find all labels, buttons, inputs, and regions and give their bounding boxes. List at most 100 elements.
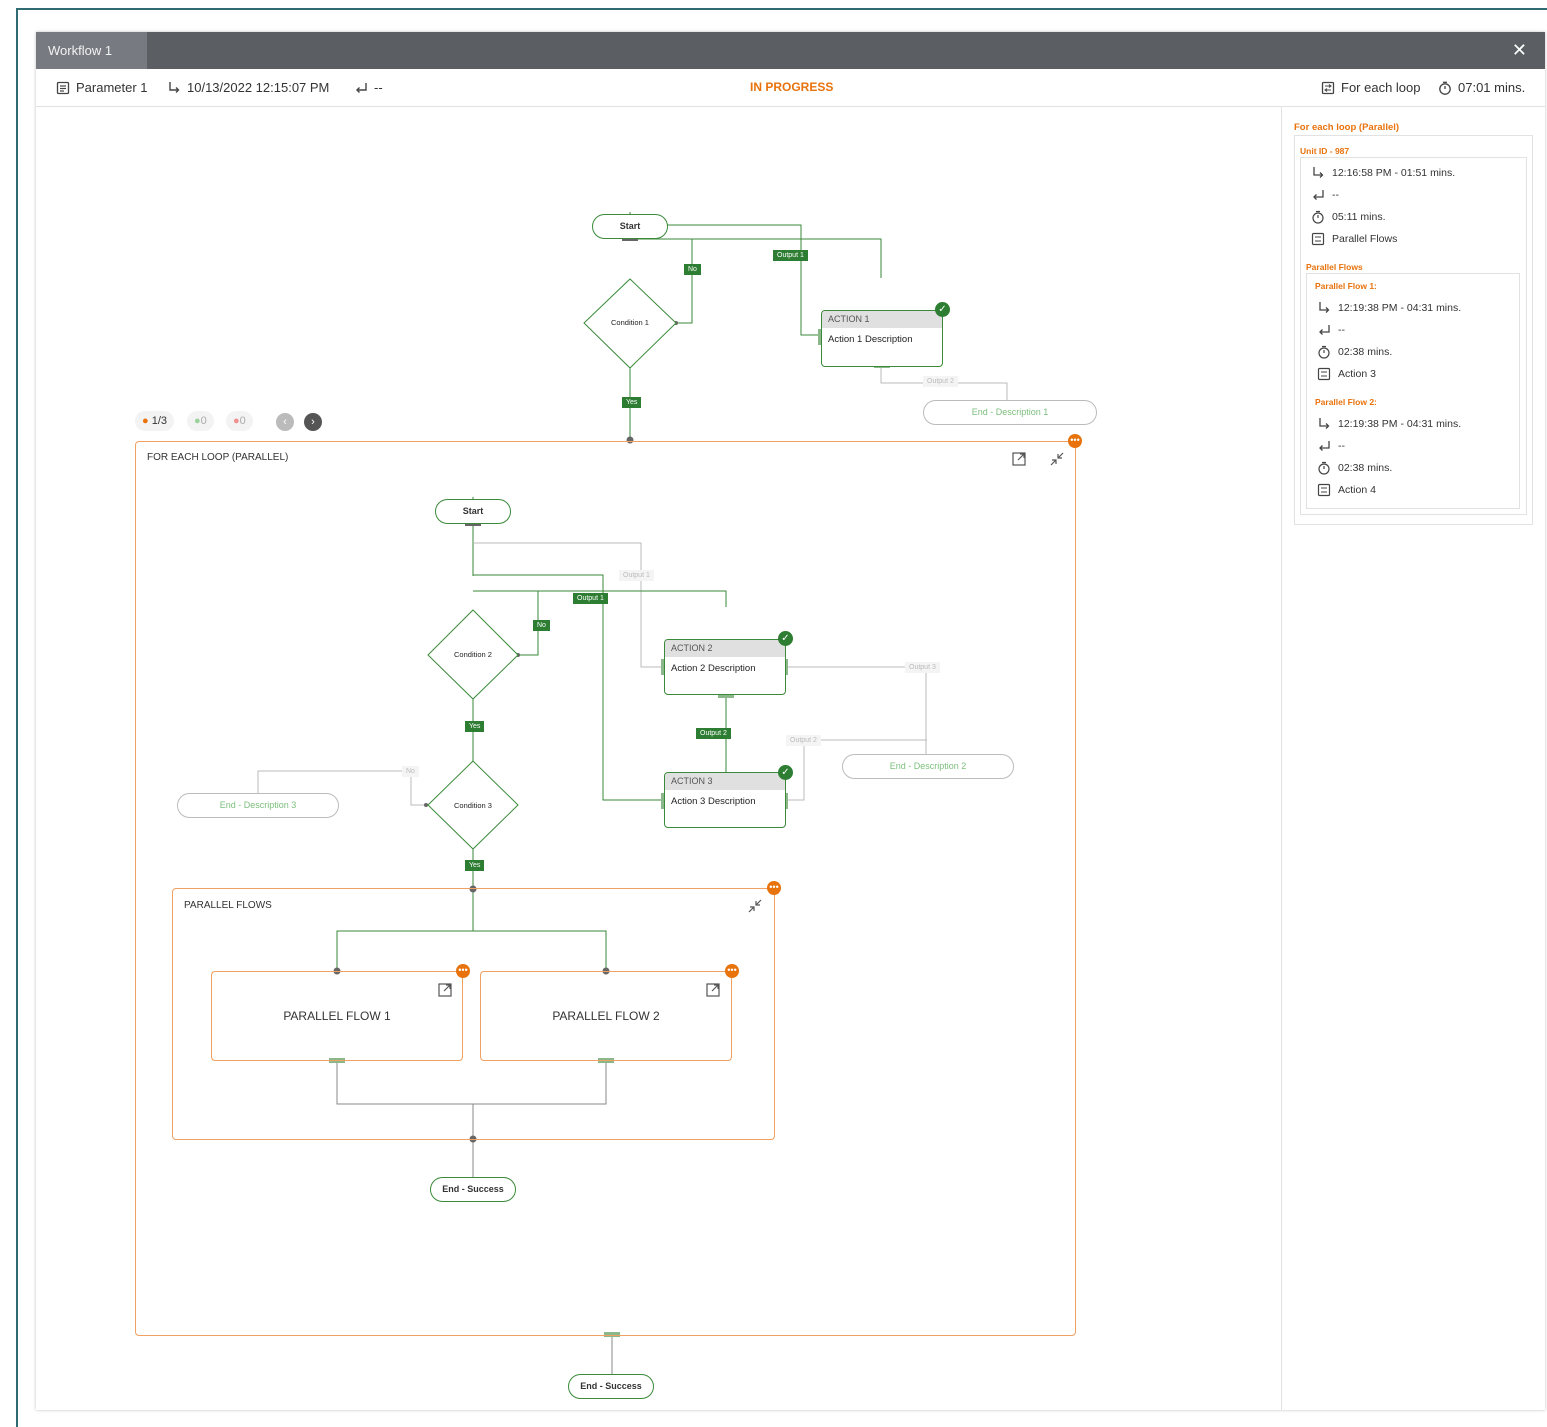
parallel-flows-heading: Parallel Flows <box>1306 262 1363 272</box>
pf1-duration: 02:38 mins. <box>1338 346 1393 358</box>
end-description-3-node[interactable]: End - Description 3 <box>177 793 339 818</box>
pager-grey-value: 0 <box>200 415 207 427</box>
condition-1-label[interactable]: Condition 1 <box>594 318 666 327</box>
action-2-node[interactable]: ACTION 2 Action 2 Description <box>664 639 786 695</box>
output2-faded-label: Output 2 <box>786 735 821 746</box>
tab-workflow[interactable]: Workflow 1 <box>36 32 147 69</box>
end-time: -- <box>374 80 383 95</box>
unit-end: -- <box>1332 189 1339 201</box>
title-bar: Workflow 1 ✕ <box>36 32 1545 69</box>
pf2-duration: 02:38 mins. <box>1338 462 1393 474</box>
details-panel: For each loop (Parallel) Unit ID - 987 1… <box>1281 107 1546 1410</box>
open-external-icon[interactable] <box>705 982 721 998</box>
start-arrow-icon <box>169 81 180 93</box>
parallel-flow-1-label: PARALLEL FLOW 1 <box>283 1009 391 1023</box>
end-success-outer-node[interactable]: End - Success <box>568 1374 654 1399</box>
timer-icon <box>1318 345 1330 359</box>
action-1-node[interactable]: ACTION 1 Action 1 Description <box>821 310 943 367</box>
end-description-1-node[interactable]: End - Description 1 <box>923 400 1097 425</box>
return-arrow-icon <box>1319 325 1330 335</box>
parameter-label: Parameter 1 <box>76 80 148 95</box>
action-3-title: ACTION 3 <box>665 773 785 790</box>
parallel-flow-2[interactable]: PARALLEL FLOW 2 <box>480 971 732 1061</box>
parallel-flow-1[interactable]: PARALLEL FLOW 1 <box>211 971 463 1061</box>
action-2-description: Action 2 Description <box>671 663 756 674</box>
output2-label-2: Output 2 <box>696 728 731 739</box>
pf1-end: -- <box>1338 324 1345 336</box>
duration: 07:01 mins. <box>1458 80 1526 95</box>
prev-icon[interactable]: ‹ <box>276 413 294 431</box>
details-title: For each loop (Parallel) <box>1294 122 1400 133</box>
pager-active[interactable]: ● 1/3 <box>135 411 175 431</box>
start-node-1[interactable]: Start <box>592 214 668 239</box>
pf2-step: Action 4 <box>1338 484 1376 496</box>
action-2-title: ACTION 2 <box>665 640 785 657</box>
end-description-2-node[interactable]: End - Description 2 <box>842 754 1014 779</box>
no-label-2: No <box>533 620 550 631</box>
pf2-title: Parallel Flow 2: <box>1315 397 1377 407</box>
start-time: 10/13/2022 12:15:07 PM <box>187 80 330 95</box>
more-options-icon[interactable]: ••• <box>725 964 739 978</box>
step-icon <box>1317 367 1331 381</box>
pager-red-value: 0 <box>239 415 246 427</box>
current-step: For each loop <box>1341 80 1421 95</box>
open-external-icon[interactable] <box>437 982 453 998</box>
pager-red[interactable]: ●0 <box>226 411 253 431</box>
pf1-start: 12:19:38 PM - 04:31 mins. <box>1338 302 1462 314</box>
end-success-inner-node[interactable]: End - Success <box>430 1177 516 1202</box>
pf2-end: -- <box>1338 440 1345 452</box>
no-label-3: No <box>402 766 419 777</box>
return-arrow-icon <box>356 82 367 93</box>
workflow-canvas[interactable]: Start Condition 1 Output 1 No Yes ACTION… <box>36 107 1281 1410</box>
output2-label: Output 2 <box>923 376 958 387</box>
pf1-step: Action 3 <box>1338 368 1376 380</box>
more-options-icon[interactable]: ••• <box>456 964 470 978</box>
condition-2-label[interactable]: Condition 2 <box>438 650 508 659</box>
start-arrow-icon <box>1319 302 1330 313</box>
pf2-duration-row: 02:38 mins. <box>1317 461 1392 475</box>
close-icon[interactable]: ✕ <box>1512 40 1527 60</box>
unit-id: Unit ID - 987 <box>1300 146 1350 156</box>
unit-end-row: -- <box>1311 188 1339 202</box>
unit-duration-row: 05:11 mins. <box>1311 210 1386 224</box>
dot-icon: ● <box>142 415 149 427</box>
pf1-step-row: Action 3 <box>1317 367 1376 381</box>
dot-icon: ● <box>194 415 201 427</box>
return-arrow-icon <box>1319 441 1330 451</box>
open-external-icon[interactable] <box>1011 451 1027 467</box>
timer-icon <box>1318 461 1330 475</box>
pf2-end-row: -- <box>1317 439 1345 453</box>
condition-3-label[interactable]: Condition 3 <box>438 801 508 810</box>
pf2-start: 12:19:38 PM - 04:31 mins. <box>1338 418 1462 430</box>
action-1-title: ACTION 1 <box>822 311 942 328</box>
pf1-duration-row: 02:38 mins. <box>1317 345 1392 359</box>
unit-start-row: 12:16:58 PM - 01:51 mins. <box>1311 166 1455 180</box>
status-badge: IN PROGRESS <box>750 80 834 94</box>
yes-label-1: Yes <box>622 397 642 408</box>
action-3-node[interactable]: ACTION 3 Action 3 Description <box>664 772 786 828</box>
duration-item: 07:01 mins. <box>1438 69 1525 106</box>
collapse-icon[interactable] <box>1049 451 1065 467</box>
unit-step-row: Parallel Flows <box>1311 232 1397 246</box>
action-1-description: Action 1 Description <box>828 334 913 345</box>
step-icon <box>1311 232 1325 246</box>
start-time-item: 10/13/2022 12:15:07 PM <box>167 69 329 106</box>
pf1-start-row: 12:19:38 PM - 04:31 mins. <box>1317 301 1461 315</box>
parallel-flow-2-label: PARALLEL FLOW 2 <box>552 1009 660 1023</box>
next-icon[interactable]: › <box>304 413 322 431</box>
start-node-2[interactable]: Start <box>435 499 511 524</box>
pager-grey[interactable]: ●0 <box>187 411 214 431</box>
yes-label-2: Yes <box>465 721 485 732</box>
collapse-icon[interactable] <box>747 898 763 914</box>
timer-icon <box>1439 81 1451 95</box>
no-label-1: No <box>684 264 701 275</box>
check-icon: ✓ <box>778 765 793 780</box>
pf1-end-row: -- <box>1317 323 1345 337</box>
output1-label-2: Output 1 <box>573 593 608 604</box>
timer-icon <box>1312 210 1324 224</box>
step-icon <box>1317 483 1331 497</box>
workflow-window: Workflow 1 ✕ Parameter 1 10/13/2022 12:1… <box>36 32 1545 1410</box>
more-options-icon[interactable]: ••• <box>1068 434 1082 448</box>
pf2-start-row: 12:19:38 PM - 04:31 mins. <box>1317 417 1461 431</box>
more-options-icon[interactable]: ••• <box>767 881 781 895</box>
